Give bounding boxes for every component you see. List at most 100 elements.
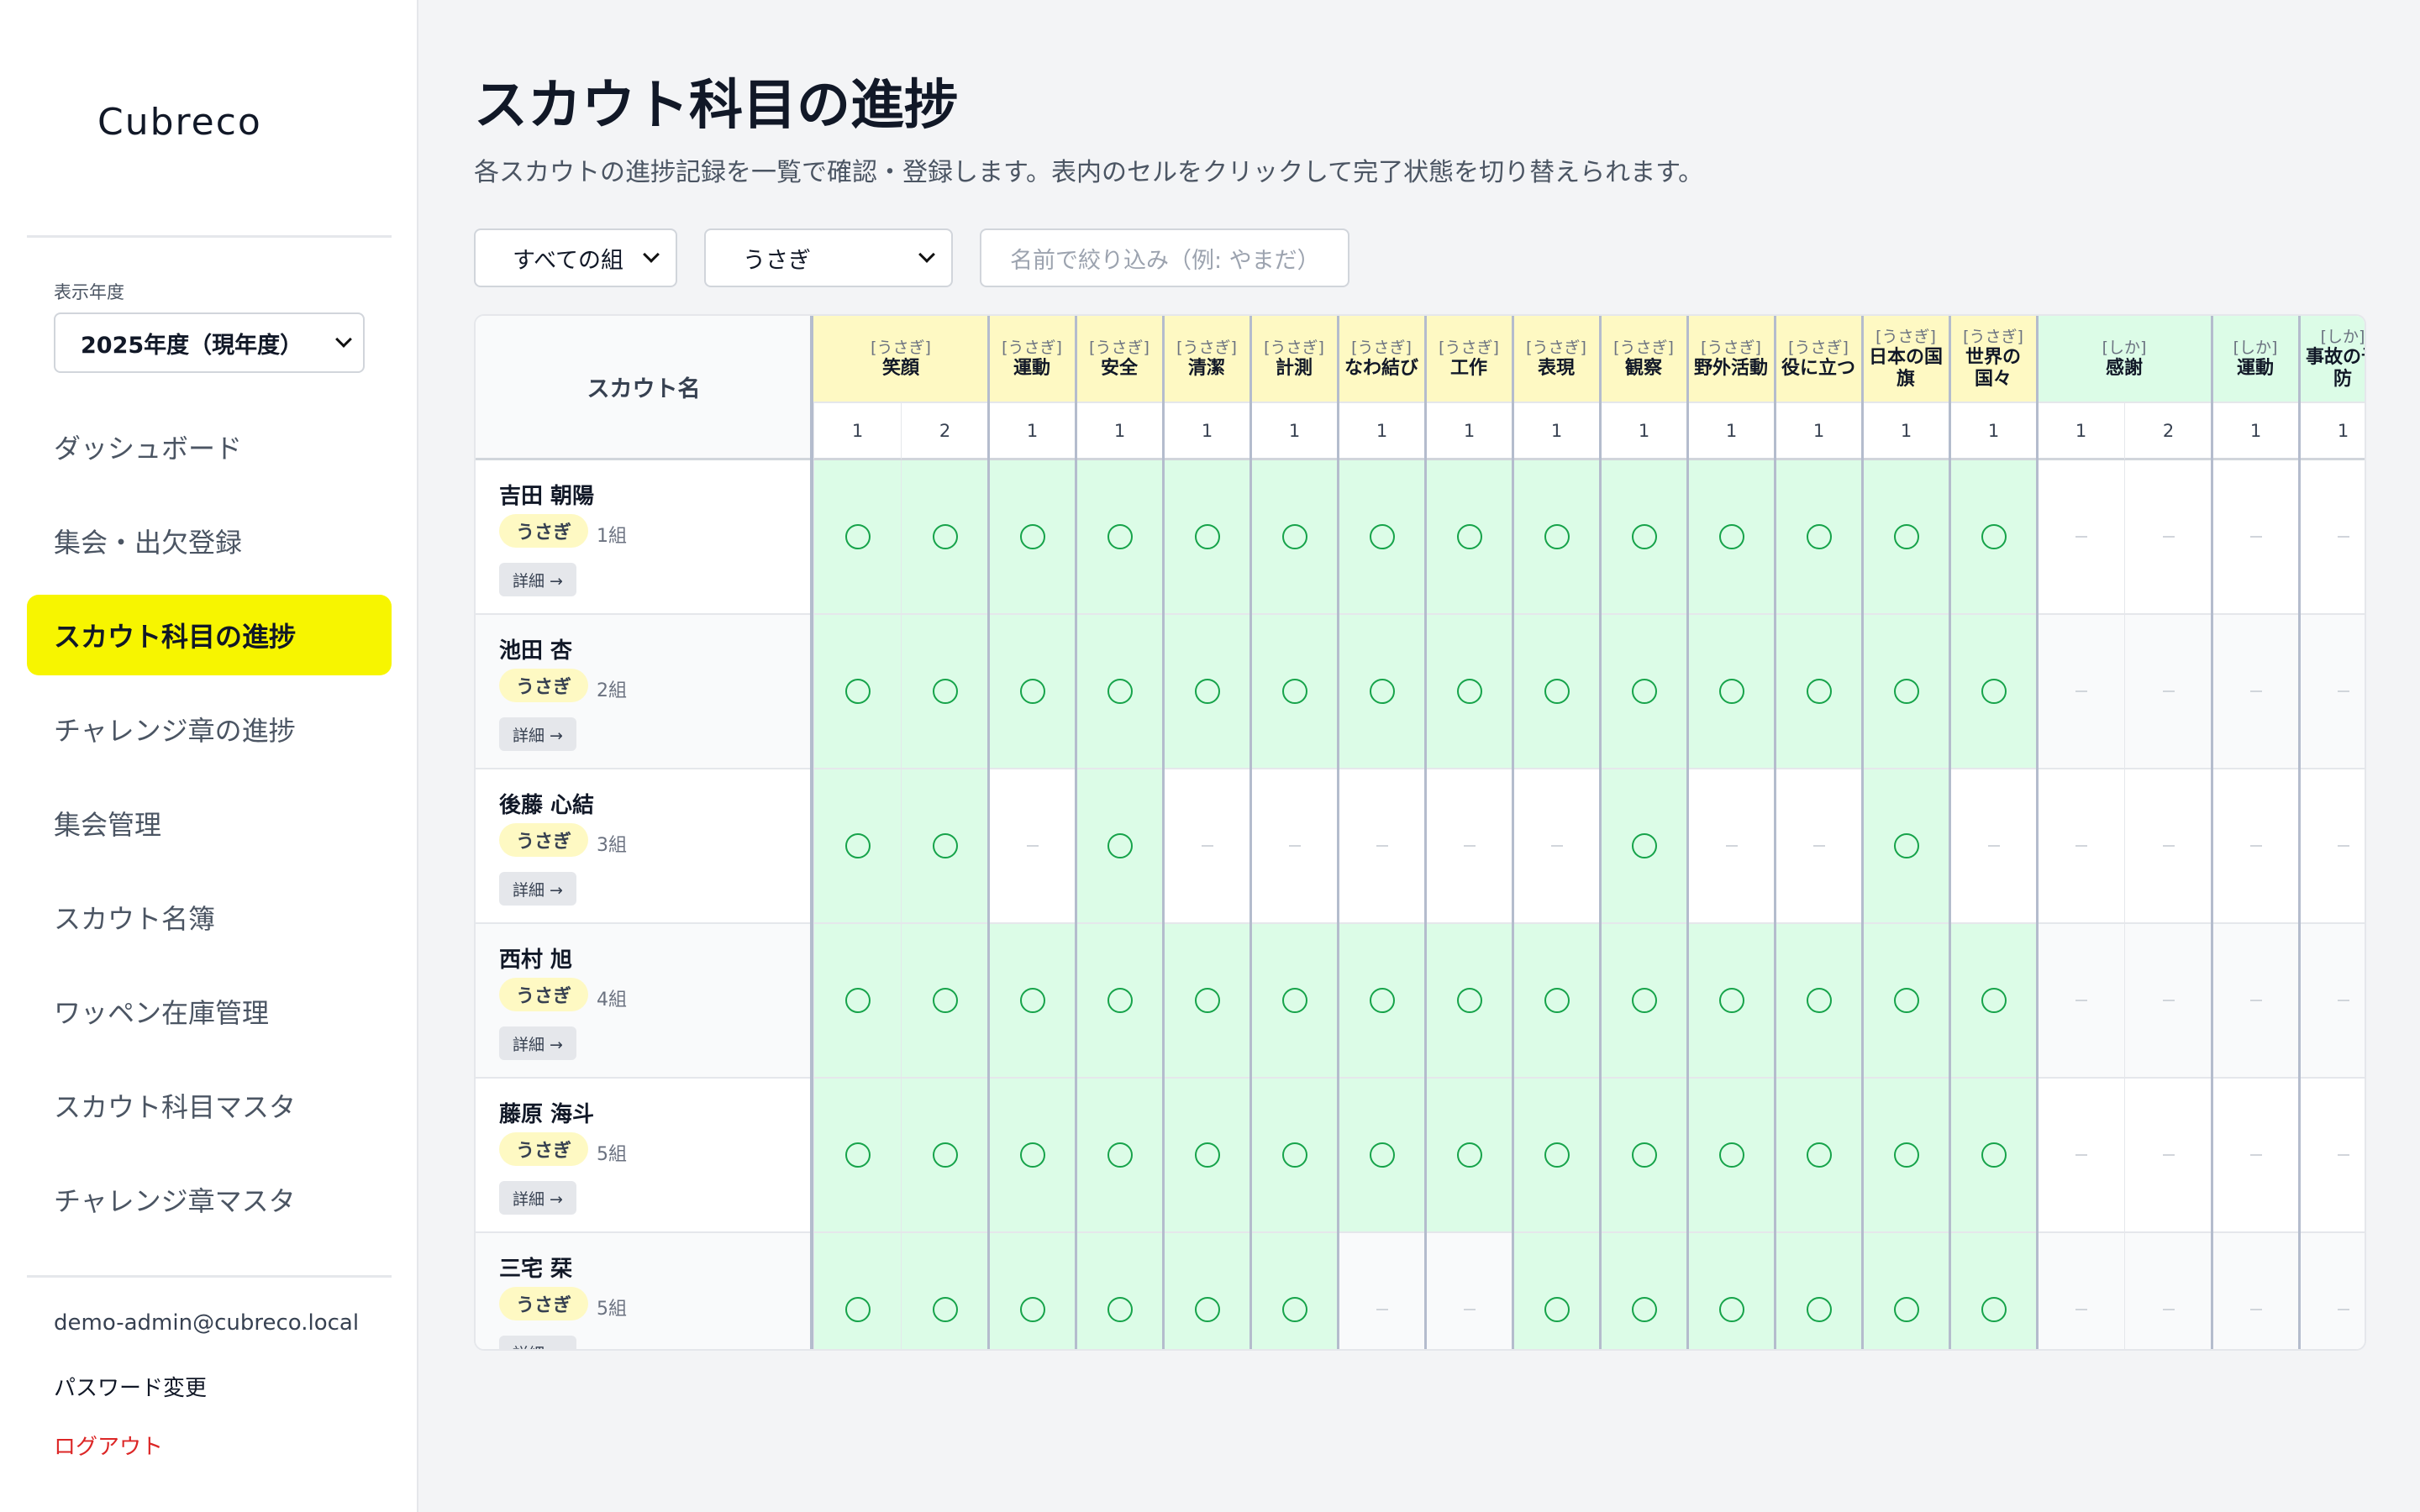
progress-cell[interactable]	[1512, 1233, 1600, 1349]
progress-cell[interactable]	[1250, 1233, 1338, 1349]
app-logo[interactable]: Cubreco	[97, 101, 262, 144]
progress-cell[interactable]	[1512, 615, 1600, 769]
progress-cell[interactable]	[1862, 1079, 1949, 1233]
progress-cell[interactable]	[813, 1233, 901, 1349]
progress-cell[interactable]	[988, 769, 1076, 924]
progress-cell[interactable]	[1076, 460, 1163, 615]
progress-cell[interactable]	[1338, 615, 1425, 769]
progress-cell[interactable]	[1600, 460, 1687, 615]
progress-cell[interactable]	[1163, 1233, 1250, 1349]
progress-cell[interactable]	[2037, 769, 2124, 924]
name-filter-input[interactable]: 名前で絞り込み（例: やまだ）	[980, 228, 1349, 287]
progress-cell[interactable]	[1163, 1079, 1250, 1233]
progress-cell[interactable]	[2212, 1233, 2299, 1349]
progress-cell[interactable]	[1687, 924, 1775, 1079]
progress-cell[interactable]	[1949, 924, 2037, 1079]
progress-cell[interactable]	[813, 615, 901, 769]
progress-cell[interactable]	[2037, 460, 2124, 615]
progress-cell[interactable]	[1862, 1233, 1949, 1349]
progress-cell[interactable]	[1163, 924, 1250, 1079]
detail-button[interactable]: 詳細 →	[499, 563, 576, 596]
progress-cell[interactable]	[1949, 1233, 2037, 1349]
progress-cell[interactable]	[1862, 769, 1949, 924]
sidebar-nav-item[interactable]: スカウト名簿	[27, 877, 392, 958]
rank-filter-select[interactable]: うさぎ	[704, 228, 953, 287]
progress-cell[interactable]	[2037, 1233, 2124, 1349]
progress-cell[interactable]	[901, 1079, 988, 1233]
progress-cell[interactable]	[2124, 924, 2212, 1079]
progress-cell[interactable]	[813, 1079, 901, 1233]
progress-cell[interactable]	[1425, 460, 1512, 615]
progress-cell[interactable]	[1512, 769, 1600, 924]
progress-cell[interactable]	[1775, 769, 1862, 924]
progress-cell[interactable]	[1338, 1233, 1425, 1349]
progress-cell[interactable]	[1250, 460, 1338, 615]
progress-cell[interactable]	[1862, 615, 1949, 769]
detail-button[interactable]: 詳細 →	[499, 872, 576, 906]
progress-cell[interactable]	[1076, 769, 1163, 924]
password-change-link[interactable]: パスワード変更	[54, 1371, 207, 1402]
sidebar-nav-item[interactable]: チャレンジ章マスタ	[27, 1159, 392, 1240]
detail-button[interactable]: 詳細 →	[499, 1026, 576, 1060]
progress-cell[interactable]	[2124, 1233, 2212, 1349]
progress-cell[interactable]	[2124, 1079, 2212, 1233]
progress-cell[interactable]	[901, 460, 988, 615]
logout-link[interactable]: ログアウト	[54, 1430, 163, 1461]
progress-cell[interactable]	[1949, 769, 2037, 924]
progress-cell[interactable]	[988, 615, 1076, 769]
detail-button[interactable]: 詳細 →	[499, 1336, 576, 1349]
year-select[interactable]: 2025年度（現年度）	[54, 312, 365, 373]
progress-cell[interactable]	[1076, 924, 1163, 1079]
sidebar-nav-item[interactable]: スカウト科目の進捗	[27, 595, 392, 675]
progress-cell[interactable]	[988, 1233, 1076, 1349]
progress-cell[interactable]	[1076, 615, 1163, 769]
progress-cell[interactable]	[1338, 460, 1425, 615]
progress-cell[interactable]	[2212, 924, 2299, 1079]
progress-cell[interactable]	[2299, 460, 2365, 615]
progress-cell[interactable]	[813, 924, 901, 1079]
sidebar-nav-item[interactable]: チャレンジ章の進捗	[27, 689, 392, 769]
progress-cell[interactable]	[2037, 924, 2124, 1079]
detail-button[interactable]: 詳細 →	[499, 717, 576, 751]
progress-cell[interactable]	[1600, 1079, 1687, 1233]
sidebar-nav-item[interactable]: 集会管理	[27, 783, 392, 864]
progress-cell[interactable]	[1687, 1079, 1775, 1233]
sidebar-nav-item[interactable]: ダッシュボード	[27, 407, 392, 487]
group-filter-select[interactable]: すべての組	[474, 228, 677, 287]
progress-cell[interactable]	[813, 769, 901, 924]
progress-cell[interactable]	[2212, 615, 2299, 769]
progress-cell[interactable]	[1862, 924, 1949, 1079]
progress-cell[interactable]	[1512, 1079, 1600, 1233]
progress-cell[interactable]	[2037, 615, 2124, 769]
progress-cell[interactable]	[1949, 615, 2037, 769]
progress-cell[interactable]	[2299, 1079, 2365, 1233]
progress-cell[interactable]	[2124, 769, 2212, 924]
progress-cell[interactable]	[1250, 615, 1338, 769]
progress-cell[interactable]	[901, 769, 988, 924]
progress-cell[interactable]	[1775, 615, 1862, 769]
progress-cell[interactable]	[1775, 460, 1862, 615]
progress-cell[interactable]	[1775, 924, 1862, 1079]
detail-button[interactable]: 詳細 →	[499, 1181, 576, 1215]
progress-cell[interactable]	[2124, 615, 2212, 769]
progress-cell[interactable]	[2299, 924, 2365, 1079]
progress-cell[interactable]	[2299, 1233, 2365, 1349]
progress-cell[interactable]	[1163, 460, 1250, 615]
progress-cell[interactable]	[1687, 1233, 1775, 1349]
progress-cell[interactable]	[1949, 1079, 2037, 1233]
progress-cell[interactable]	[901, 615, 988, 769]
progress-cell[interactable]	[1687, 615, 1775, 769]
progress-cell[interactable]	[1687, 769, 1775, 924]
progress-cell[interactable]	[1250, 769, 1338, 924]
progress-cell[interactable]	[2124, 460, 2212, 615]
progress-cell[interactable]	[988, 460, 1076, 615]
progress-cell[interactable]	[1250, 924, 1338, 1079]
progress-cell[interactable]	[2299, 769, 2365, 924]
progress-cell[interactable]	[2299, 615, 2365, 769]
progress-cell[interactable]	[1687, 460, 1775, 615]
progress-cell[interactable]	[1163, 615, 1250, 769]
progress-cell[interactable]	[813, 460, 901, 615]
progress-cell[interactable]	[1425, 1079, 1512, 1233]
progress-cell[interactable]	[1425, 769, 1512, 924]
progress-cell[interactable]	[2037, 1079, 2124, 1233]
